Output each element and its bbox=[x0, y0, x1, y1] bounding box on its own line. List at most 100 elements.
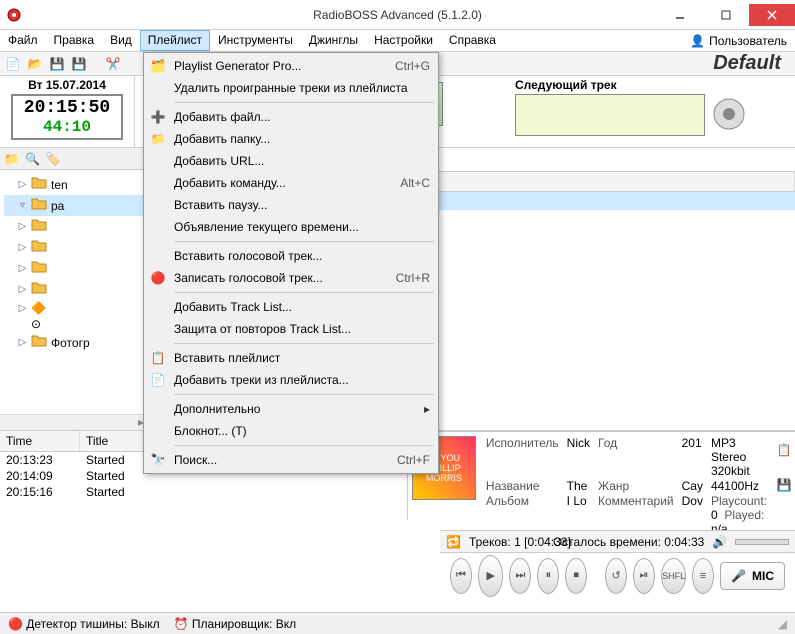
next-button[interactable]: ⏭ bbox=[509, 558, 531, 594]
play-button[interactable]: ▶ bbox=[478, 555, 503, 597]
menu-item[interactable]: Блокнот... (T) bbox=[146, 420, 436, 442]
submenu-arrow-icon: ▸ bbox=[424, 402, 430, 416]
resize-grip-icon[interactable]: ◢ bbox=[778, 617, 787, 631]
menu-item[interactable]: Объявление текущего времени... bbox=[146, 216, 436, 238]
save-icon[interactable]: 💾 bbox=[48, 55, 66, 73]
menu-item[interactable]: Добавить команду...Alt+C bbox=[146, 172, 436, 194]
folder-icon bbox=[31, 175, 47, 194]
menu-item[interactable]: Удалить проигранные треки из плейлиста bbox=[146, 77, 436, 99]
tree-item[interactable]: ▷Фотогр bbox=[4, 332, 145, 353]
menu-bar: Файл Правка Вид Плейлист Инструменты Джи… bbox=[0, 30, 795, 52]
cut-icon[interactable]: ✂️ bbox=[104, 55, 122, 73]
expand-icon[interactable]: ▷ bbox=[18, 179, 27, 190]
tree-item[interactable]: ▷ ten bbox=[4, 174, 145, 195]
maximize-button[interactable] bbox=[703, 4, 749, 26]
menu-item[interactable]: Дополнительно ▸ bbox=[146, 398, 436, 420]
menu-settings[interactable]: Настройки bbox=[366, 30, 441, 51]
menu-item-label: Объявление текущего времени... bbox=[174, 220, 359, 234]
shuffle-button[interactable]: SHFL bbox=[661, 558, 686, 594]
open-icon[interactable]: 📂 bbox=[26, 55, 44, 73]
expand-icon[interactable]: ▷ bbox=[18, 221, 27, 232]
folder-tree[interactable]: ▷ten▿ра▷▷▷▷▷🔶⊙▷Фотогр bbox=[0, 170, 149, 414]
menu-item-label: Защита от повторов Track List... bbox=[174, 322, 351, 336]
event-row[interactable]: 20:15:16Started bbox=[0, 484, 407, 500]
menu-item[interactable]: Защита от повторов Track List... bbox=[146, 318, 436, 340]
vlc-icon: 🔶 bbox=[31, 301, 46, 315]
silence-indicator: 🔴 Детектор тишины: Выкл bbox=[8, 617, 160, 631]
ev-col-time[interactable]: Time bbox=[0, 431, 80, 451]
menu-item[interactable]: Вставить паузу... bbox=[146, 194, 436, 216]
menu-jingles[interactable]: Джинглы bbox=[301, 30, 366, 51]
insert-pl-icon: 📋 bbox=[150, 350, 166, 366]
menu-item-label: Добавить Track List... bbox=[174, 300, 292, 314]
save-all-icon[interactable]: 💾 bbox=[70, 55, 88, 73]
minimize-button[interactable] bbox=[657, 4, 703, 26]
info-copy-icon[interactable]: 📋 bbox=[777, 443, 792, 457]
tree-item[interactable]: ▿ра bbox=[4, 195, 145, 216]
mic-button[interactable]: 🎤 MIC bbox=[720, 562, 785, 590]
tree-item-label: ten bbox=[51, 178, 68, 192]
next-track-box bbox=[515, 94, 705, 136]
tree-item[interactable]: ▷ bbox=[4, 258, 145, 279]
clock-time: 20:15:50 bbox=[13, 98, 121, 118]
profile-label: Default bbox=[713, 52, 791, 75]
menu-tools[interactable]: Инструменты bbox=[210, 30, 301, 51]
rewind-button[interactable]: ↺ bbox=[605, 558, 627, 594]
pause-button[interactable]: ⏸ bbox=[537, 558, 559, 594]
menu-item[interactable]: Вставить голосовой трек... bbox=[146, 245, 436, 267]
menu-item[interactable]: Добавить Track List... bbox=[146, 296, 436, 318]
menu-edit[interactable]: Правка bbox=[46, 30, 103, 51]
menu-file[interactable]: Файл bbox=[0, 30, 46, 51]
folder-icon bbox=[31, 196, 47, 215]
menu-item[interactable]: 📋Вставить плейлист bbox=[146, 347, 436, 369]
repeat-icon[interactable]: 🔁 bbox=[446, 535, 461, 549]
record-icon: 🔴 bbox=[150, 270, 166, 286]
list-button[interactable]: ≡ bbox=[692, 558, 714, 594]
tab-folders-icon[interactable]: 📁 bbox=[4, 152, 19, 166]
tab-search-icon[interactable]: 🔍 bbox=[25, 152, 40, 166]
menu-item-label: Вставить голосовой трек... bbox=[174, 249, 322, 263]
expand-icon[interactable]: ▷ bbox=[18, 284, 27, 295]
status-bar: 🔴 Детектор тишины: Выкл ⏰ Планировщик: В… bbox=[0, 612, 795, 634]
search-icon: 🔭 bbox=[150, 452, 166, 468]
menu-help[interactable]: Справка bbox=[441, 30, 504, 51]
menu-view[interactable]: Вид bbox=[102, 30, 140, 51]
close-button[interactable] bbox=[749, 4, 795, 26]
menu-item-label: Вставить паузу... bbox=[174, 198, 267, 212]
expand-icon[interactable]: ▷ bbox=[18, 337, 27, 348]
folder-icon bbox=[31, 333, 47, 352]
expand-icon[interactable]: ▿ bbox=[18, 200, 27, 211]
info-save-icon[interactable]: 💾 bbox=[777, 478, 792, 492]
menu-item-label: Удалить проигранные треки из плейлиста bbox=[174, 81, 408, 95]
tab-tag-icon[interactable]: 🏷️ bbox=[46, 152, 61, 166]
add-from-pl-icon: 📄 bbox=[150, 372, 166, 388]
tree-item[interactable]: ▷ bbox=[4, 216, 145, 237]
tree-item[interactable]: ▷🔶 bbox=[4, 300, 145, 316]
expand-icon[interactable]: ▷ bbox=[18, 303, 27, 314]
menu-item[interactable]: 🔭Поиск...Ctrl+F bbox=[146, 449, 436, 471]
menu-item[interactable]: 📄Добавить треки из плейлиста... bbox=[146, 369, 436, 391]
app-icon bbox=[6, 7, 22, 23]
speaker-icon[interactable] bbox=[709, 92, 749, 136]
stop-button[interactable]: ⏹ bbox=[565, 558, 587, 594]
menu-item-label: Дополнительно bbox=[174, 402, 260, 416]
volume-slider[interactable] bbox=[735, 539, 789, 545]
prev-button[interactable]: ⏮ bbox=[450, 558, 472, 594]
expand-icon[interactable]: ▷ bbox=[18, 263, 27, 274]
menu-item[interactable]: 🗂️Playlist Generator Pro...Ctrl+G bbox=[146, 55, 436, 77]
volume-icon[interactable]: 🔊 bbox=[712, 535, 727, 549]
menu-user[interactable]: 👤 Пользователь bbox=[682, 30, 795, 51]
menu-item-label: Добавить папку... bbox=[174, 132, 270, 146]
menu-item[interactable]: 📁Добавить папку... bbox=[146, 128, 436, 150]
menu-item[interactable]: 🔴Записать голосовой трек...Ctrl+R bbox=[146, 267, 436, 289]
new-icon[interactable]: 📄 bbox=[4, 55, 22, 73]
tree-item[interactable]: ▷ bbox=[4, 279, 145, 300]
expand-icon[interactable]: ▷ bbox=[18, 242, 27, 253]
menu-playlist[interactable]: Плейлист bbox=[140, 30, 210, 51]
menu-item[interactable]: ➕Добавить файл... bbox=[146, 106, 436, 128]
tree-item[interactable]: ▷ bbox=[4, 237, 145, 258]
record-button[interactable]: ⏯ bbox=[633, 558, 655, 594]
tree-item[interactable]: ⊙ bbox=[4, 316, 145, 332]
menu-item[interactable]: Добавить URL... bbox=[146, 150, 436, 172]
next-track-label: Следующий трек bbox=[515, 78, 617, 92]
